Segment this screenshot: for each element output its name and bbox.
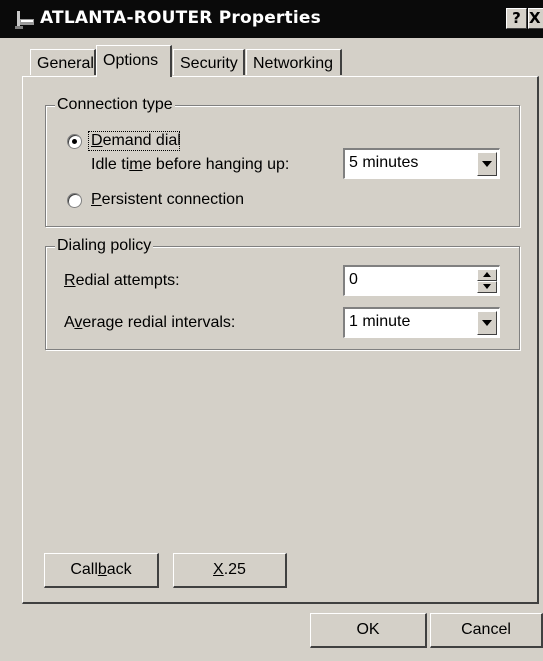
callback-button[interactable]: Callback: [44, 553, 159, 588]
tab-general[interactable]: General: [30, 49, 96, 75]
redial-attempts-spinner[interactable]: 0: [343, 265, 500, 296]
redial-interval-label: Average redial intervals:: [64, 314, 236, 331]
close-button[interactable]: X: [528, 8, 543, 29]
tab-networking[interactable]: Networking: [246, 49, 342, 75]
tab-options[interactable]: Options: [96, 45, 172, 77]
help-button[interactable]: ?: [506, 8, 527, 29]
tab-security[interactable]: Security: [173, 49, 245, 75]
title-bar[interactable]: ATLANTA-ROUTER Properties ? X: [0, 0, 543, 38]
spin-up-icon[interactable]: [477, 269, 497, 281]
x25-button[interactable]: X.25: [173, 553, 287, 588]
chevron-down-icon[interactable]: [477, 311, 497, 335]
idle-time-dropdown[interactable]: 5 minutes: [343, 148, 500, 179]
redial-interval-dropdown[interactable]: 1 minute: [343, 307, 500, 338]
persistent-connection-label[interactable]: Persistent connection: [91, 191, 244, 209]
router-icon: [14, 10, 36, 30]
cancel-button[interactable]: Cancel: [430, 613, 543, 648]
dialing-policy-legend: Dialing policy: [55, 237, 154, 255]
persistent-connection-radio[interactable]: [67, 193, 82, 208]
connection-type-legend: Connection type: [55, 96, 175, 114]
window-title: ATLANTA-ROUTER Properties: [40, 8, 321, 28]
redial-attempts-label: Redial attempts:: [64, 272, 180, 289]
idle-time-value: 5 minutes: [349, 154, 419, 171]
ok-button[interactable]: OK: [310, 613, 427, 648]
spin-down-icon[interactable]: [477, 281, 497, 293]
demand-dial-radio[interactable]: [67, 134, 82, 149]
redial-interval-value: 1 minute: [349, 313, 411, 330]
demand-dial-label[interactable]: Demand dial: [91, 132, 181, 150]
redial-attempts-value: 0: [349, 271, 358, 288]
radio-selected-dot: [72, 139, 77, 144]
idle-time-label: Idle time before hanging up:: [91, 156, 290, 173]
chevron-down-icon[interactable]: [477, 152, 497, 176]
